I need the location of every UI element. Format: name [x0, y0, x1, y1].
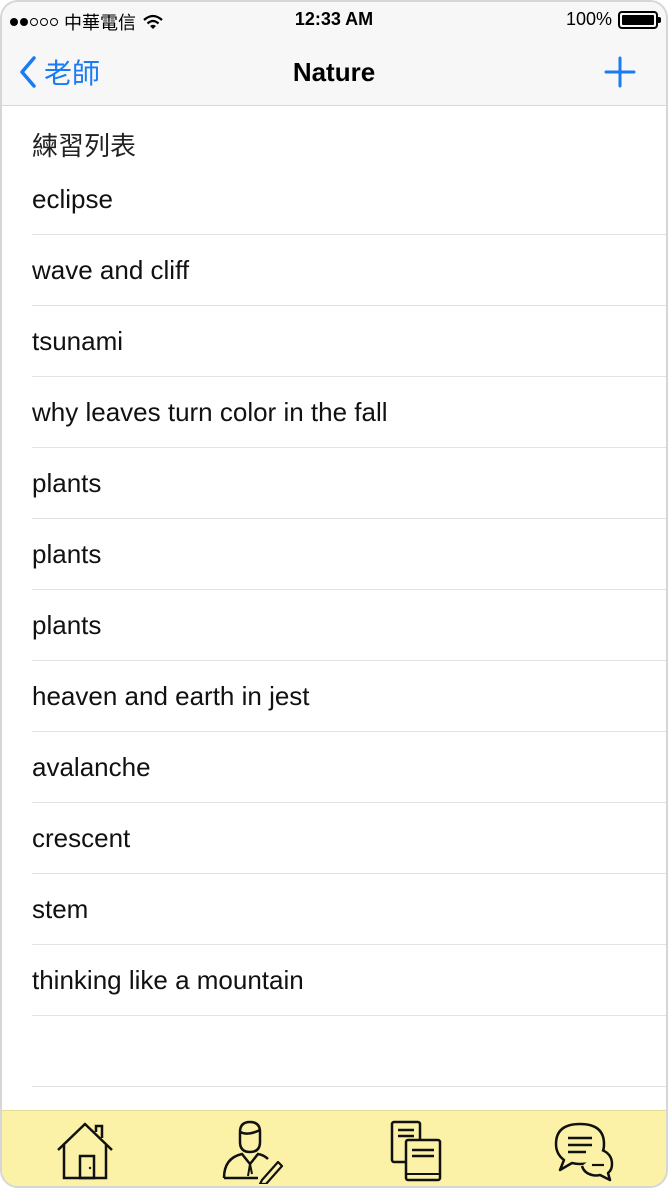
chat-icon: [554, 1122, 614, 1181]
list-item[interactable]: why leaves turn color in the fall: [2, 377, 666, 448]
list-item-label: crescent: [32, 823, 131, 853]
teacher-icon: [222, 1120, 284, 1184]
list-item[interactable]: heaven and earth in jest: [2, 661, 666, 732]
status-right: 100%: [565, 9, 661, 30]
status-bar: 中華電信 12:33 AM 100%: [2, 2, 666, 38]
list-item[interactable]: avalanche: [2, 732, 666, 803]
home-icon: [57, 1122, 113, 1179]
battery-percent: 100%: [565, 9, 612, 29]
list-item-label: plants: [32, 610, 102, 640]
tab-home[interactable]: [2, 1111, 168, 1186]
battery-icon: [618, 10, 661, 29]
list-item[interactable]: plants: [2, 448, 666, 519]
list-item-label: avalanche: [32, 752, 151, 782]
navigation-bar: 老師 Nature: [2, 38, 666, 106]
list-item-label: plants: [32, 468, 102, 498]
list-item[interactable]: plants: [2, 519, 666, 590]
list-item[interactable]: stem: [2, 874, 666, 945]
list-item[interactable]: tsunami: [2, 306, 666, 377]
tab-bar: [2, 1110, 666, 1186]
tab-teacher[interactable]: [168, 1111, 334, 1186]
tab-books[interactable]: [334, 1111, 500, 1186]
phone-screen: 中華電信 12:33 AM 100% 老師 Nature 練習列表 eclips…: [0, 0, 668, 1188]
list-item[interactable]: eclipse: [2, 164, 666, 235]
books-icon: [390, 1120, 442, 1181]
section-header: 練習列表: [32, 131, 137, 161]
practice-list-content: 練習列表 eclipse wave and cliff tsunami why …: [2, 106, 666, 1110]
page-title: Nature: [292, 57, 376, 87]
list-item-empty[interactable]: [2, 1016, 666, 1087]
list-item-label: stem: [32, 894, 89, 924]
list-item-label: eclipse: [32, 184, 113, 214]
tab-chat[interactable]: [500, 1111, 666, 1186]
list-item-label: wave and cliff: [32, 255, 190, 285]
practice-list: eclipse wave and cliff tsunami why leave…: [2, 164, 666, 1087]
plus-icon: [604, 56, 636, 88]
list-item-label: thinking like a mountain: [32, 965, 304, 995]
add-button[interactable]: [600, 52, 640, 92]
list-item[interactable]: thinking like a mountain: [2, 945, 666, 1016]
list-item[interactable]: wave and cliff: [2, 235, 666, 306]
list-item-label: heaven and earth in jest: [32, 681, 310, 711]
list-item[interactable]: crescent: [2, 803, 666, 874]
list-item-label: tsunami: [32, 326, 124, 356]
list-item-label: why leaves turn color in the fall: [32, 397, 388, 427]
list-item[interactable]: plants: [2, 590, 666, 661]
list-item-label: plants: [32, 539, 102, 569]
